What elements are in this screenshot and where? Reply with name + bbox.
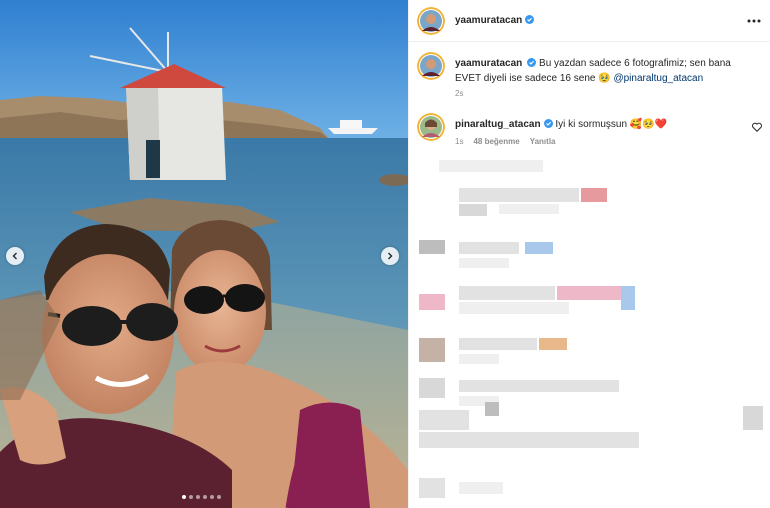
chevron-right-icon (388, 252, 393, 260)
censored-comment (419, 410, 469, 430)
carousel-dot (182, 495, 186, 499)
post-header: yaamuratacan (409, 0, 770, 42)
censored-comment (459, 354, 499, 364)
carousel-dot (203, 495, 207, 499)
censored-comment (459, 482, 503, 494)
post-photo[interactable] (0, 0, 408, 508)
censored-comment (459, 258, 509, 268)
censored-comment (459, 188, 579, 202)
censored-comment (621, 286, 635, 310)
carousel-next-button[interactable] (381, 247, 399, 265)
comment-like-button[interactable] (751, 121, 763, 133)
carousel-dot (189, 495, 193, 499)
censored-comment (581, 188, 607, 202)
reply-button[interactable]: Yanıtla (530, 137, 556, 146)
comment-text: Iyi ki sormuşsun 🥰🥺❤️ (555, 119, 668, 130)
censored-comment (419, 478, 445, 498)
comment: pinaraltug_atacan Iyi ki sormuşsun 🥰🥺❤️ (455, 117, 667, 132)
author-username[interactable]: yaamuratacan (455, 15, 535, 26)
censored-comment (459, 286, 555, 300)
heart-outline-icon (752, 122, 762, 132)
censored-comment (419, 294, 445, 310)
censored-comment (459, 242, 519, 254)
caption-username[interactable]: yaamuratacan (455, 58, 522, 69)
post-side-panel: yaamuratacan yaamuratacan Bu yazdan sade… (408, 0, 770, 508)
censored-comment (485, 402, 499, 416)
verified-badge-icon (527, 58, 537, 67)
chevron-left-icon (12, 252, 17, 260)
post-caption: yaamuratacan Bu yazdan sadece 6 fotograf… (455, 56, 751, 86)
carousel-dot (217, 495, 221, 499)
comment-username[interactable]: pinaraltug_atacan (455, 119, 541, 130)
comment-timestamp[interactable]: 1s (455, 137, 463, 146)
carousel-indicator (182, 495, 221, 499)
censored-comment (459, 338, 537, 350)
censored-comment (459, 302, 569, 314)
author-avatar[interactable] (417, 7, 445, 35)
caption-timestamp[interactable]: 2s (455, 89, 463, 98)
comment-likes-count[interactable]: 48 beğenme (473, 137, 519, 146)
censored-comment (539, 338, 567, 350)
more-options-button[interactable] (745, 13, 763, 29)
couple-selfie-photo (0, 0, 408, 508)
censored-comment (439, 160, 543, 172)
carousel-prev-button[interactable] (6, 247, 24, 265)
verified-badge-icon (543, 119, 553, 128)
commenter-avatar[interactable] (417, 113, 445, 141)
censored-comment (499, 204, 559, 214)
censored-comment (419, 240, 445, 254)
censored-comment (459, 204, 487, 216)
censored-comment (419, 378, 445, 398)
carousel-dot (210, 495, 214, 499)
censored-comment (557, 286, 621, 300)
censored-comment (525, 242, 553, 254)
more-horizontal-icon (747, 19, 761, 23)
censored-comment (419, 432, 639, 448)
censored-comment (419, 338, 445, 362)
verified-badge-icon (525, 15, 535, 24)
carousel-dot (196, 495, 200, 499)
caption-author-avatar[interactable] (417, 52, 445, 80)
comment-meta: 1s 48 beğenme Yanıtla (455, 137, 556, 146)
censored-comment (743, 406, 763, 430)
caption-mention-link[interactable]: @pinaraltug_atacan (613, 73, 703, 84)
censored-comment (459, 380, 619, 392)
